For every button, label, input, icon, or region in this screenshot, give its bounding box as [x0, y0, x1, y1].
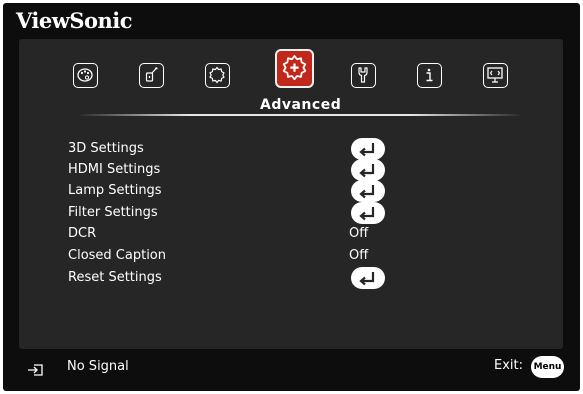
enter-button[interactable] [351, 138, 385, 160]
palette-icon [77, 68, 93, 82]
menu-item-3d-settings[interactable]: 3D Settings [68, 138, 548, 160]
projector-screen-icon [487, 67, 503, 83]
osd-menu: ViewSonic Advanced 3D Settings HDMI Sett… [3, 3, 580, 391]
menu-item-label: HDMI Settings [68, 162, 161, 177]
tool-brush-icon [145, 67, 158, 82]
menu-item-label: Filter Settings [68, 205, 158, 220]
exit-label: Exit: [494, 358, 523, 373]
enter-icon [359, 272, 375, 286]
menu-item-lamp-settings[interactable]: Lamp Settings [68, 180, 548, 202]
gear-plus-icon [282, 55, 307, 81]
enter-button[interactable] [351, 159, 385, 181]
enter-button[interactable] [351, 267, 385, 289]
menu-item-label: Lamp Settings [68, 183, 162, 198]
tab-color[interactable] [73, 63, 98, 88]
menu-item-dcr[interactable]: DCR Off [68, 225, 548, 245]
tab-picture[interactable] [139, 63, 164, 88]
wrench-icon [358, 67, 368, 83]
signal-status: No Signal [67, 359, 129, 374]
tab-information[interactable] [417, 63, 442, 88]
menu-item-label: DCR [68, 226, 97, 241]
enter-icon [359, 164, 375, 178]
enter-button[interactable] [351, 180, 385, 202]
enter-button[interactable] [351, 202, 385, 224]
menu-item-filter-settings[interactable]: Filter Settings [68, 202, 548, 224]
menu-item-value[interactable]: Off [349, 226, 368, 241]
tab-system[interactable] [351, 63, 376, 88]
tab-divider [77, 114, 523, 116]
tab-settings[interactable] [205, 63, 230, 88]
menu-item-label: Reset Settings [68, 270, 162, 285]
input-source-icon [28, 364, 43, 376]
menu-item-label: Closed Caption [68, 248, 166, 263]
menu-item-value[interactable]: Off [349, 248, 368, 263]
menu-item-hdmi-settings[interactable]: HDMI Settings [68, 159, 548, 181]
menu-item-reset-settings[interactable]: Reset Settings [68, 267, 548, 289]
info-icon [426, 68, 433, 82]
menu-button[interactable]: Menu [531, 356, 564, 378]
enter-icon [359, 185, 375, 199]
active-tab-label: Advanced [260, 97, 342, 113]
tab-display[interactable] [483, 63, 508, 88]
brand-logo: ViewSonic [16, 8, 133, 33]
menu-item-label: 3D Settings [68, 141, 144, 156]
menu-item-closed-caption[interactable]: Closed Caption Off [68, 247, 548, 267]
enter-icon [359, 207, 375, 221]
menu-panel: Advanced 3D Settings HDMI Settings Lamp … [19, 39, 563, 349]
enter-icon [359, 143, 375, 157]
tab-advanced[interactable] [275, 49, 314, 88]
gear-icon [209, 66, 225, 84]
